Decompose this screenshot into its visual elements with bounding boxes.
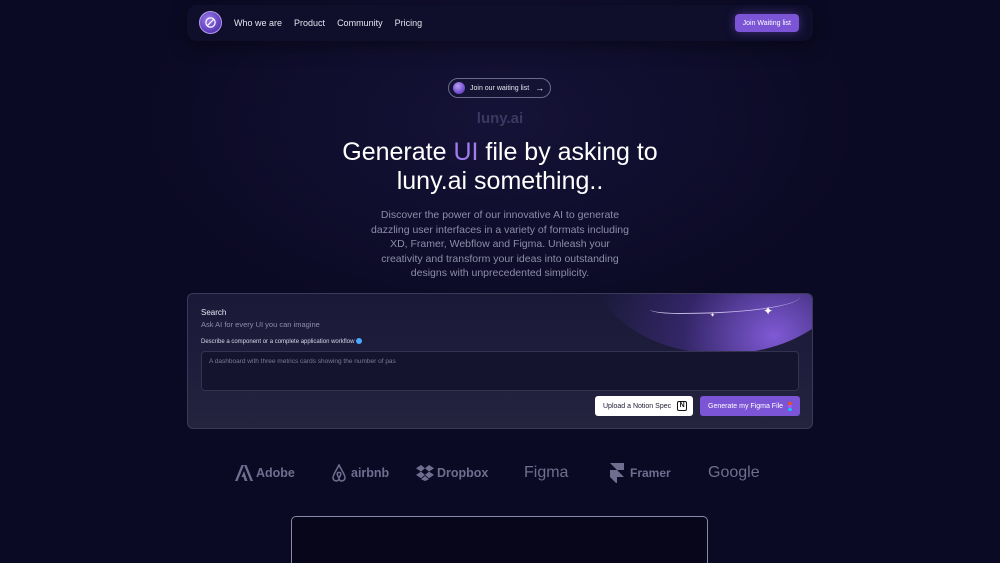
dropbox-logo: Dropbox — [416, 461, 488, 485]
top-nav: Who we are Product Community Pricing Joi… — [187, 5, 813, 41]
airbnb-icon — [332, 464, 346, 482]
adobe-label: Adobe — [256, 466, 295, 480]
avatar-icon — [453, 82, 465, 94]
dropbox-label: Dropbox — [437, 466, 489, 480]
nav-link-community[interactable]: Community — [337, 18, 383, 28]
search-subtitle: Ask AI for every UI you can imagine — [201, 320, 320, 329]
framer-label: Framer — [630, 466, 671, 480]
google-logo: Google — [708, 461, 760, 485]
airbnb-logo: airbnb — [330, 461, 389, 485]
join-waiting-list-button[interactable]: Join Waiting list — [734, 14, 799, 32]
framer-logo: Framer — [610, 461, 671, 485]
adobe-icon — [235, 465, 253, 481]
generate-figma-file-label: Generate my Figma File — [708, 402, 784, 410]
info-dot-icon — [356, 338, 363, 344]
framer-icon — [610, 463, 624, 483]
nav-link-pricing[interactable]: Pricing — [395, 18, 423, 28]
arrow-right-icon: → — [535, 83, 545, 93]
airbnb-label: airbnb — [351, 466, 390, 480]
adobe-logo: Adobe — [235, 461, 295, 485]
headline-accent: UI — [453, 138, 479, 166]
brand-name: luny.ai — [476, 110, 524, 127]
headline-line2: luny.ai something.. — [396, 167, 604, 195]
page-title: Generate UI file by asking to luny.ai so… — [0, 138, 1000, 196]
nav-link-product[interactable]: Product — [294, 18, 325, 28]
figma-logo: Figma — [524, 461, 568, 485]
search-title: Search — [201, 308, 227, 317]
nav-links: Who we are Product Community Pricing — [234, 5, 422, 41]
headline-pre: Generate — [342, 138, 454, 166]
headline-post: file by asking to — [478, 138, 658, 166]
upload-notion-spec-button[interactable]: Upload a Notion Spec N — [595, 396, 693, 416]
pill-label: Join our waiting list — [470, 84, 530, 92]
join-waiting-list-pill[interactable]: Join our waiting list → — [448, 78, 551, 98]
dropbox-icon — [416, 465, 434, 481]
prompt-label-text: Describe a component or a complete appli… — [201, 339, 355, 345]
partner-logos: Adobe airbnb Dropbox Figma Framer Google — [230, 461, 770, 485]
figma-label: Figma — [524, 464, 569, 481]
preview-frame — [291, 516, 708, 563]
figma-icon — [788, 401, 793, 411]
prompt-textarea[interactable]: A dashboard with three metrics cards sho… — [201, 351, 799, 391]
upload-notion-spec-label: Upload a Notion Spec — [603, 402, 672, 410]
prompt-label: Describe a component or a complete appli… — [201, 338, 363, 345]
nav-link-who-we-are[interactable]: Who we are — [234, 18, 282, 28]
compass-logo-icon[interactable] — [199, 11, 222, 34]
sparkle-icon: ✦ — [763, 304, 774, 318]
google-label: Google — [708, 464, 760, 481]
search-card: ✦ ✦ Search Ask AI for every UI you can i… — [187, 293, 813, 429]
generate-figma-file-button[interactable]: Generate my Figma File — [700, 396, 800, 416]
hero-description: Discover the power of our innovative AI … — [371, 209, 629, 279]
notion-icon: N — [677, 401, 688, 411]
sparkle-icon-small: ✦ — [710, 313, 716, 319]
